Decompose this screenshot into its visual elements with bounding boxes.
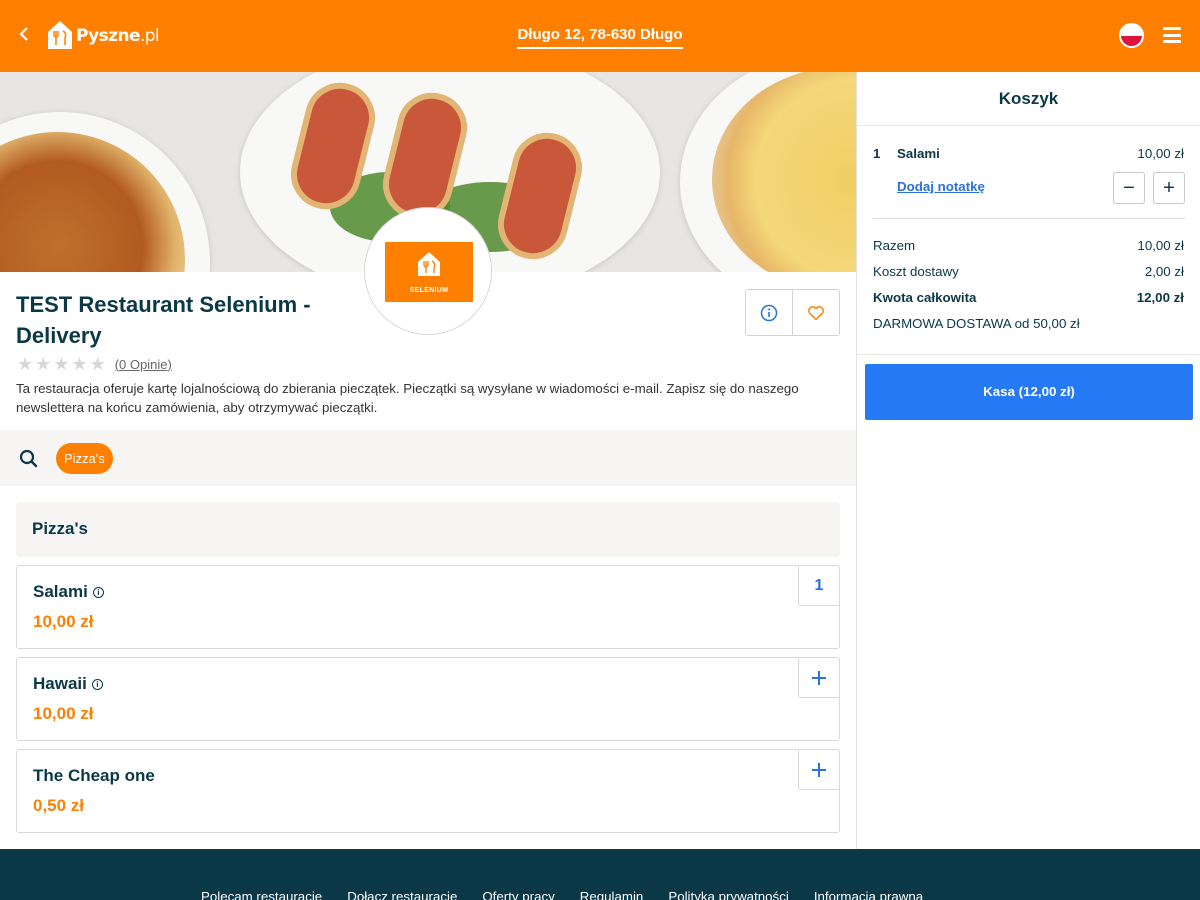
- rating: ★ ★ ★ ★ ★ (0 Opinie): [17, 355, 172, 373]
- item-info-icon[interactable]: i: [91, 678, 103, 690]
- delivery-cost-label: Koszt dostawy: [873, 264, 959, 279]
- menu-item-name: Salami: [33, 582, 88, 601]
- star-icon: ★: [71, 354, 88, 374]
- restaurant-name: TEST Restaurant Selenium - Delivery: [16, 292, 311, 348]
- restaurant-actions: [745, 289, 840, 336]
- item-quantity-button[interactable]: 1: [798, 565, 840, 606]
- delivery-cost-value: 2,00 zł: [1144, 264, 1184, 279]
- star-icon: ★: [53, 354, 70, 374]
- loyalty-description: Ta restauracja oferuje kartę lojalnościo…: [16, 381, 799, 415]
- top-header: Pyszne.pl Długo 12, 78-630 Długo: [0, 0, 1200, 72]
- increase-quantity-button[interactable]: +: [1153, 172, 1185, 204]
- reviews-link[interactable]: (0 Opinie): [115, 357, 172, 372]
- basket-line-name: Salami: [897, 146, 940, 161]
- subtotal-value: 10,00 zł: [1137, 238, 1184, 253]
- hamburger-menu-icon[interactable]: [1163, 27, 1181, 43]
- free-delivery-note: DARMOWA DOSTAWA od 50,00 zł: [873, 316, 1080, 331]
- heart-icon: [807, 305, 824, 320]
- footer-link-join[interactable]: Dołącz restaurację: [347, 889, 457, 900]
- menu-item[interactable]: Salami i 10,00 zł 1: [16, 565, 840, 649]
- decrease-quantity-button[interactable]: −: [1113, 172, 1145, 204]
- menu-item-price: 10,00 zł: [33, 612, 94, 631]
- menu-item-price: 10,00 zł: [33, 704, 94, 723]
- basket-line-qty: 1: [873, 146, 881, 161]
- basket-panel: Koszyk 1 Salami 10,00 zł Dodaj notatkę −…: [856, 72, 1200, 849]
- search-icon[interactable]: [19, 449, 38, 468]
- total-label: Kwota całkowita: [873, 290, 977, 305]
- footer-link-legal[interactable]: Informacja prawna: [814, 889, 923, 900]
- restaurant-logo-box: SELENIUM: [385, 242, 473, 302]
- favorite-button[interactable]: [793, 290, 840, 335]
- menu-item-name: The Cheap one: [33, 766, 155, 785]
- star-icon: ★: [17, 354, 34, 374]
- restaurant-logo-label: SELENIUM: [409, 287, 449, 294]
- plus-icon: [812, 762, 826, 777]
- section-title: Pizza's: [32, 519, 89, 538]
- category-bar: Pizza's: [0, 430, 856, 486]
- checkout-button[interactable]: Kasa (12,00 zł): [865, 364, 1193, 420]
- footer-link-terms[interactable]: Regulamin: [580, 889, 644, 900]
- basket-line-price: 10,00 zł: [1137, 146, 1184, 161]
- minus-icon: −: [1123, 177, 1135, 199]
- footer-link-privacy[interactable]: Polityka prywatności: [668, 889, 788, 900]
- footer: Polecam restaurację Dołącz restaurację O…: [0, 849, 1200, 900]
- add-note-link[interactable]: Dodaj notatkę: [897, 179, 985, 194]
- plus-icon: [812, 670, 826, 685]
- category-chip-pizzas[interactable]: Pizza's: [56, 443, 113, 474]
- footer-link-jobs[interactable]: Oferty pracy: [482, 889, 554, 900]
- delivery-address-link[interactable]: Długo 12, 78-630 Długo: [517, 26, 683, 49]
- divider: [873, 218, 1185, 219]
- menu-item[interactable]: The Cheap one 0,50 zł: [16, 749, 840, 833]
- language-flag-icon[interactable]: [1119, 23, 1144, 48]
- total-value: 12,00 zł: [1136, 290, 1184, 305]
- add-item-button[interactable]: [798, 657, 840, 698]
- divider: [857, 354, 1200, 355]
- star-icon: ★: [35, 354, 52, 374]
- delivery-address: Długo 12, 78-630 Długo: [0, 26, 1200, 49]
- plus-icon: +: [1163, 177, 1175, 199]
- footer-link-recommend[interactable]: Polecam restaurację: [201, 889, 322, 900]
- restaurant-logo: SELENIUM: [364, 207, 492, 335]
- menu-item-price: 0,50 zł: [33, 796, 85, 815]
- item-info-icon[interactable]: i: [92, 586, 104, 598]
- footer-links: Polecam restaurację Dołącz restaurację O…: [201, 889, 923, 900]
- restaurant-house-icon: [418, 252, 440, 276]
- basket-title: Koszyk: [857, 72, 1200, 126]
- menu-item-name: Hawaii: [33, 674, 87, 693]
- menu-item[interactable]: Hawaii i 10,00 zł: [16, 657, 840, 741]
- info-button[interactable]: [746, 290, 793, 335]
- menu-section-header: Pizza's: [16, 502, 840, 557]
- info-icon: [760, 304, 777, 321]
- add-item-button[interactable]: [798, 749, 840, 790]
- star-icon: ★: [89, 354, 106, 374]
- subtotal-label: Razem: [873, 238, 916, 253]
